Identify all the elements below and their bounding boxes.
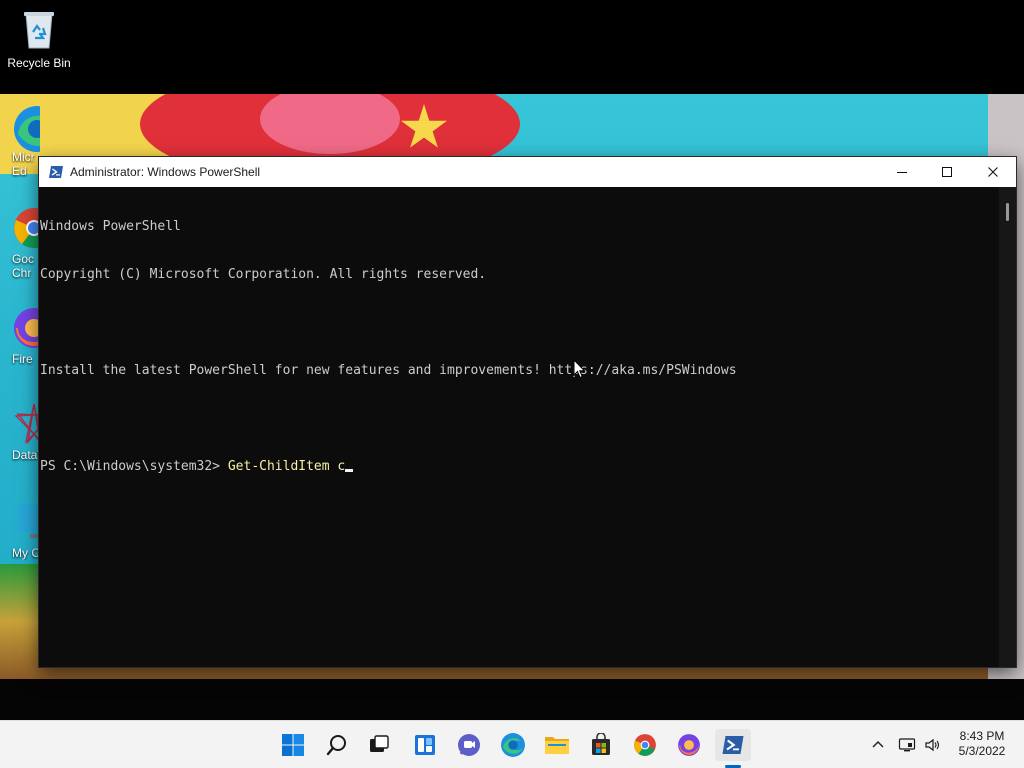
network-button[interactable] (894, 737, 920, 753)
desktop-icon-datawarrior[interactable]: DataW (0, 402, 40, 462)
console-line: Copyright (C) Microsoft Corporation. All… (40, 267, 487, 282)
edge-icon (501, 733, 525, 757)
recycle-bin-label: Recycle Bin (7, 56, 71, 70)
search-icon (326, 735, 346, 756)
console-output[interactable]: Windows PowerShell Copyright (C) Microso… (39, 187, 999, 667)
vertical-scrollbar[interactable] (999, 187, 1016, 667)
datawarrior-icon (12, 402, 40, 446)
clock-time: 8:43 PM (959, 729, 1005, 743)
monitor-icon (12, 500, 40, 544)
title-bar[interactable]: Administrator: Windows PowerShell (39, 157, 1016, 187)
chat-button[interactable] (451, 729, 487, 761)
edge-icon (12, 104, 40, 152)
show-hidden-icons-button[interactable] (866, 738, 890, 752)
desktop-icon-firefox[interactable]: Fire (0, 306, 40, 366)
scrollbar-thumb[interactable] (1006, 203, 1009, 221)
close-button[interactable] (970, 157, 1016, 187)
prompt-text: PS C:\Windows\system32> (40, 459, 228, 474)
powershell-icon (722, 736, 744, 754)
chrome-icon (12, 206, 40, 250)
volume-button[interactable] (920, 737, 946, 753)
edge-label: Micr Ed (12, 150, 35, 178)
edge-taskbar-button[interactable] (495, 729, 531, 761)
task-view-icon (370, 735, 389, 752)
chrome-label: Goc Chr (12, 252, 35, 280)
firefox-taskbar-button[interactable] (671, 729, 707, 761)
taskbar: 8:43 PM 5/3/2022 (0, 720, 1024, 768)
minimize-icon (897, 172, 907, 173)
desktop-icon-edge[interactable]: Micr Ed (0, 104, 40, 178)
folder-icon (545, 737, 569, 754)
powershell-window[interactable]: Administrator: Windows PowerShell Window… (39, 157, 1016, 667)
system-tray (866, 729, 946, 761)
datawarrior-label: DataW (12, 448, 40, 462)
my-computer-label: My Co (12, 546, 40, 560)
window-title: Administrator: Windows PowerShell (70, 165, 261, 179)
clock-date: 5/3/2022 (958, 744, 1006, 758)
maximize-button[interactable] (924, 157, 970, 187)
store-button[interactable] (583, 729, 619, 761)
chrome-icon (634, 734, 656, 756)
firefox-label: Fire (12, 352, 33, 366)
console-line: Install the latest PowerShell for new fe… (40, 363, 737, 378)
network-icon (898, 738, 916, 752)
console-line: Windows PowerShell (40, 219, 181, 234)
store-icon (592, 733, 610, 755)
powershell-icon (48, 164, 64, 180)
chevron-up-icon (872, 741, 884, 748)
text-cursor (345, 469, 354, 472)
widgets-button[interactable] (407, 729, 443, 761)
command-input[interactable]: Get-ChildItem c (228, 459, 345, 474)
widgets-icon (415, 735, 435, 755)
search-button[interactable] (319, 729, 355, 761)
volume-icon (925, 738, 940, 752)
desktop-icon-recycle-bin[interactable]: Recycle Bin (0, 8, 78, 70)
maximize-icon (942, 167, 952, 177)
file-explorer-button[interactable] (539, 729, 575, 761)
close-icon (988, 167, 998, 177)
task-view-button[interactable] (361, 729, 397, 761)
firefox-icon (12, 306, 40, 350)
recycle-bin-icon (17, 8, 61, 52)
desktop-icon-my-computer[interactable]: My Co (0, 500, 40, 560)
mouse-pointer-icon (573, 359, 586, 379)
taskbar-clock[interactable]: 8:43 PM 5/3/2022 (948, 729, 1016, 759)
chrome-taskbar-button[interactable] (627, 729, 663, 761)
prompt-line[interactable]: PS C:\Windows\system32> Get-ChildItem c (40, 459, 999, 475)
powershell-taskbar-button[interactable] (715, 729, 751, 761)
windows-logo-icon (282, 734, 304, 756)
teams-chat-icon (458, 734, 480, 756)
firefox-icon (678, 734, 700, 756)
desktop-icon-chrome[interactable]: Goc Chr (0, 206, 40, 280)
minimize-button[interactable] (879, 157, 925, 187)
start-button[interactable] (275, 729, 311, 761)
